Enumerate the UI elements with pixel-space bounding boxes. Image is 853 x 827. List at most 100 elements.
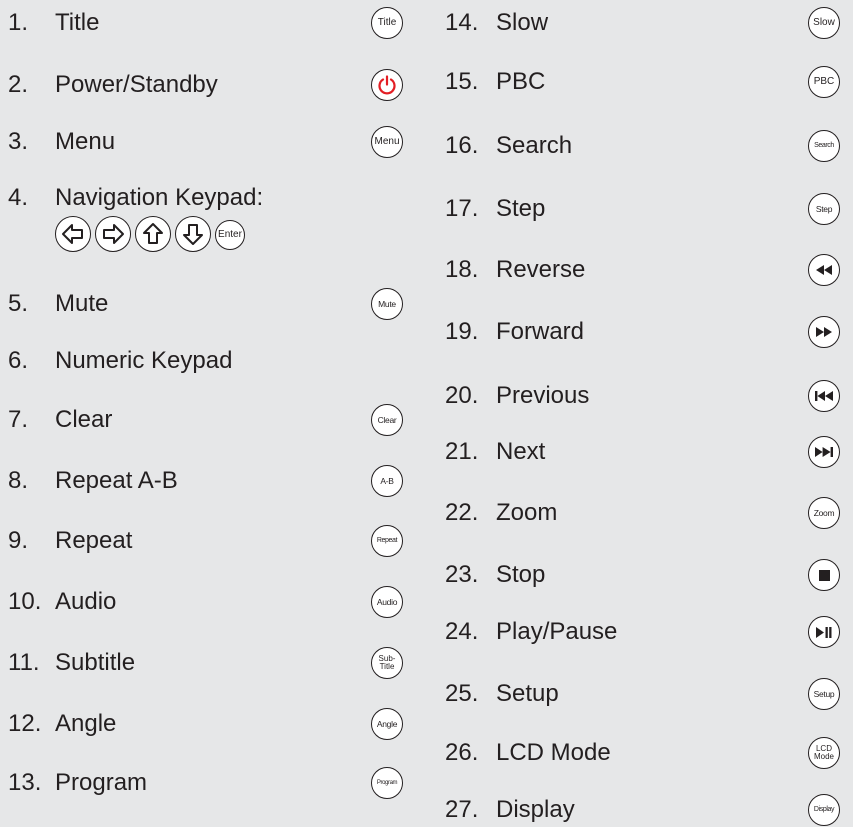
item-audio: 10. Audio Audio [0,582,420,622]
skip-previous-icon [815,391,833,401]
item-number: 2. [8,71,29,98]
item-number: 13. [8,769,42,796]
right-arrow-icon [103,224,124,244]
item-previous: 20. Previous [437,376,853,416]
up-arrow-icon [143,223,163,244]
item-menu: 3. Menu Menu [0,122,420,162]
item-label: Mute [55,290,109,317]
pbc-button[interactable]: PBC [808,66,840,98]
item-forward: 19. Forward [437,312,853,352]
item-label: Forward [496,318,585,345]
step-button[interactable]: Step [808,193,840,225]
item-search: 16. Search Search [437,126,853,166]
item-number: 12. [8,710,42,737]
item-label: Clear [55,406,113,433]
item-number: 15. [445,68,479,95]
item-number: 19. [445,318,479,345]
item-reverse: 18. Reverse [437,250,853,290]
item-number: 7. [8,406,29,433]
item-angle: 12. Angle Angle [0,704,420,744]
menu-button[interactable]: Menu [371,126,403,158]
item-label: Menu [55,128,116,155]
zoom-button[interactable]: Zoom [808,497,840,529]
setup-button[interactable]: Setup [808,678,840,710]
fast-forward-icon [816,327,832,337]
item-label: Display [496,796,575,823]
item-number: 26. [445,739,479,766]
lcd-mode-button[interactable]: LCD Mode [808,737,840,769]
item-number: 23. [445,561,479,588]
item-label: Step [496,195,546,222]
item-number: 14. [445,9,479,36]
search-button[interactable]: Search [808,130,840,162]
item-number: 4. [8,184,29,211]
play-pause-button[interactable] [808,616,840,648]
repeat-button[interactable]: Repeat [371,525,403,557]
item-label: Slow [496,9,549,36]
item-label: Next [496,438,546,465]
next-button[interactable] [808,436,840,468]
program-button[interactable]: Program [371,767,403,799]
item-label: PBC [496,68,546,95]
item-number: 9. [8,527,29,554]
subtitle-button[interactable]: Sub- Title [371,647,403,679]
item-number: 20. [445,382,479,409]
item-label: Previous [496,382,590,409]
previous-button[interactable] [808,380,840,412]
item-label: Numeric Keypad [55,347,233,374]
stop-icon [818,569,830,581]
down-arrow-icon [183,224,203,245]
stop-button[interactable] [808,559,840,591]
angle-button[interactable]: Angle [371,708,403,740]
up-arrow-button[interactable] [135,216,171,252]
item-number: 22. [445,499,479,526]
audio-button[interactable]: Audio [371,586,403,618]
item-label: Reverse [496,256,586,283]
item-play-pause: 24. Play/Pause [437,612,853,652]
item-step: 17. Step Step [437,189,853,229]
power-button[interactable] [371,69,403,101]
item-slow: 14. Slow Slow [437,3,853,43]
item-label: Angle [55,710,117,737]
item-repeat: 9. Repeat Repeat [0,521,420,561]
item-number: 11. [8,649,40,676]
item-label: Stop [496,561,546,588]
item-label: Program [55,769,148,796]
item-label: Zoom [496,499,558,526]
right-arrow-button[interactable] [95,216,131,252]
button-text-line2: Mode [813,752,834,761]
left-arrow-icon [62,224,83,244]
item-number: 3. [8,128,29,155]
item-lcd-mode: 26. LCD Mode LCD Mode [437,733,853,773]
slow-button[interactable]: Slow [808,7,840,39]
item-program: 13. Program Program [0,763,420,803]
repeat-a-b-button[interactable]: A-B [371,465,403,497]
item-numeric-keypad: 6. Numeric Keypad [0,341,420,381]
mute-button[interactable]: Mute [371,288,403,320]
item-clear: 7. Clear Clear [0,400,420,440]
item-mute: 5. Mute Mute [0,284,420,324]
rewind-icon [816,265,832,275]
clear-button[interactable]: Clear [371,404,403,436]
down-arrow-button[interactable] [175,216,211,252]
item-label: Search [496,132,573,159]
enter-button[interactable]: Enter [215,220,245,250]
item-next: 21. Next [437,432,853,472]
item-label: Play/Pause [496,618,618,645]
left-arrow-button[interactable] [55,216,91,252]
item-navigation-keypad: 4. Navigation Keypad: Enter [0,178,420,258]
item-display: 27. Display Display [437,790,853,826]
title-button[interactable]: Title [371,7,403,39]
item-zoom: 22. Zoom Zoom [437,493,853,533]
item-number: 21. [445,438,479,465]
item-stop: 23. Stop [437,555,853,595]
forward-button[interactable] [808,316,840,348]
item-number: 25. [445,680,479,707]
display-button[interactable]: Display [808,794,840,826]
power-icon [378,75,396,95]
reverse-button[interactable] [808,254,840,286]
item-repeat-a-b: 8. Repeat A-B A-B [0,461,420,501]
item-label: LCD Mode [496,739,611,766]
item-power-standby: 2. Power/Standby [0,65,420,105]
item-subtitle: 11. Subtitle Sub- Title [0,643,420,683]
